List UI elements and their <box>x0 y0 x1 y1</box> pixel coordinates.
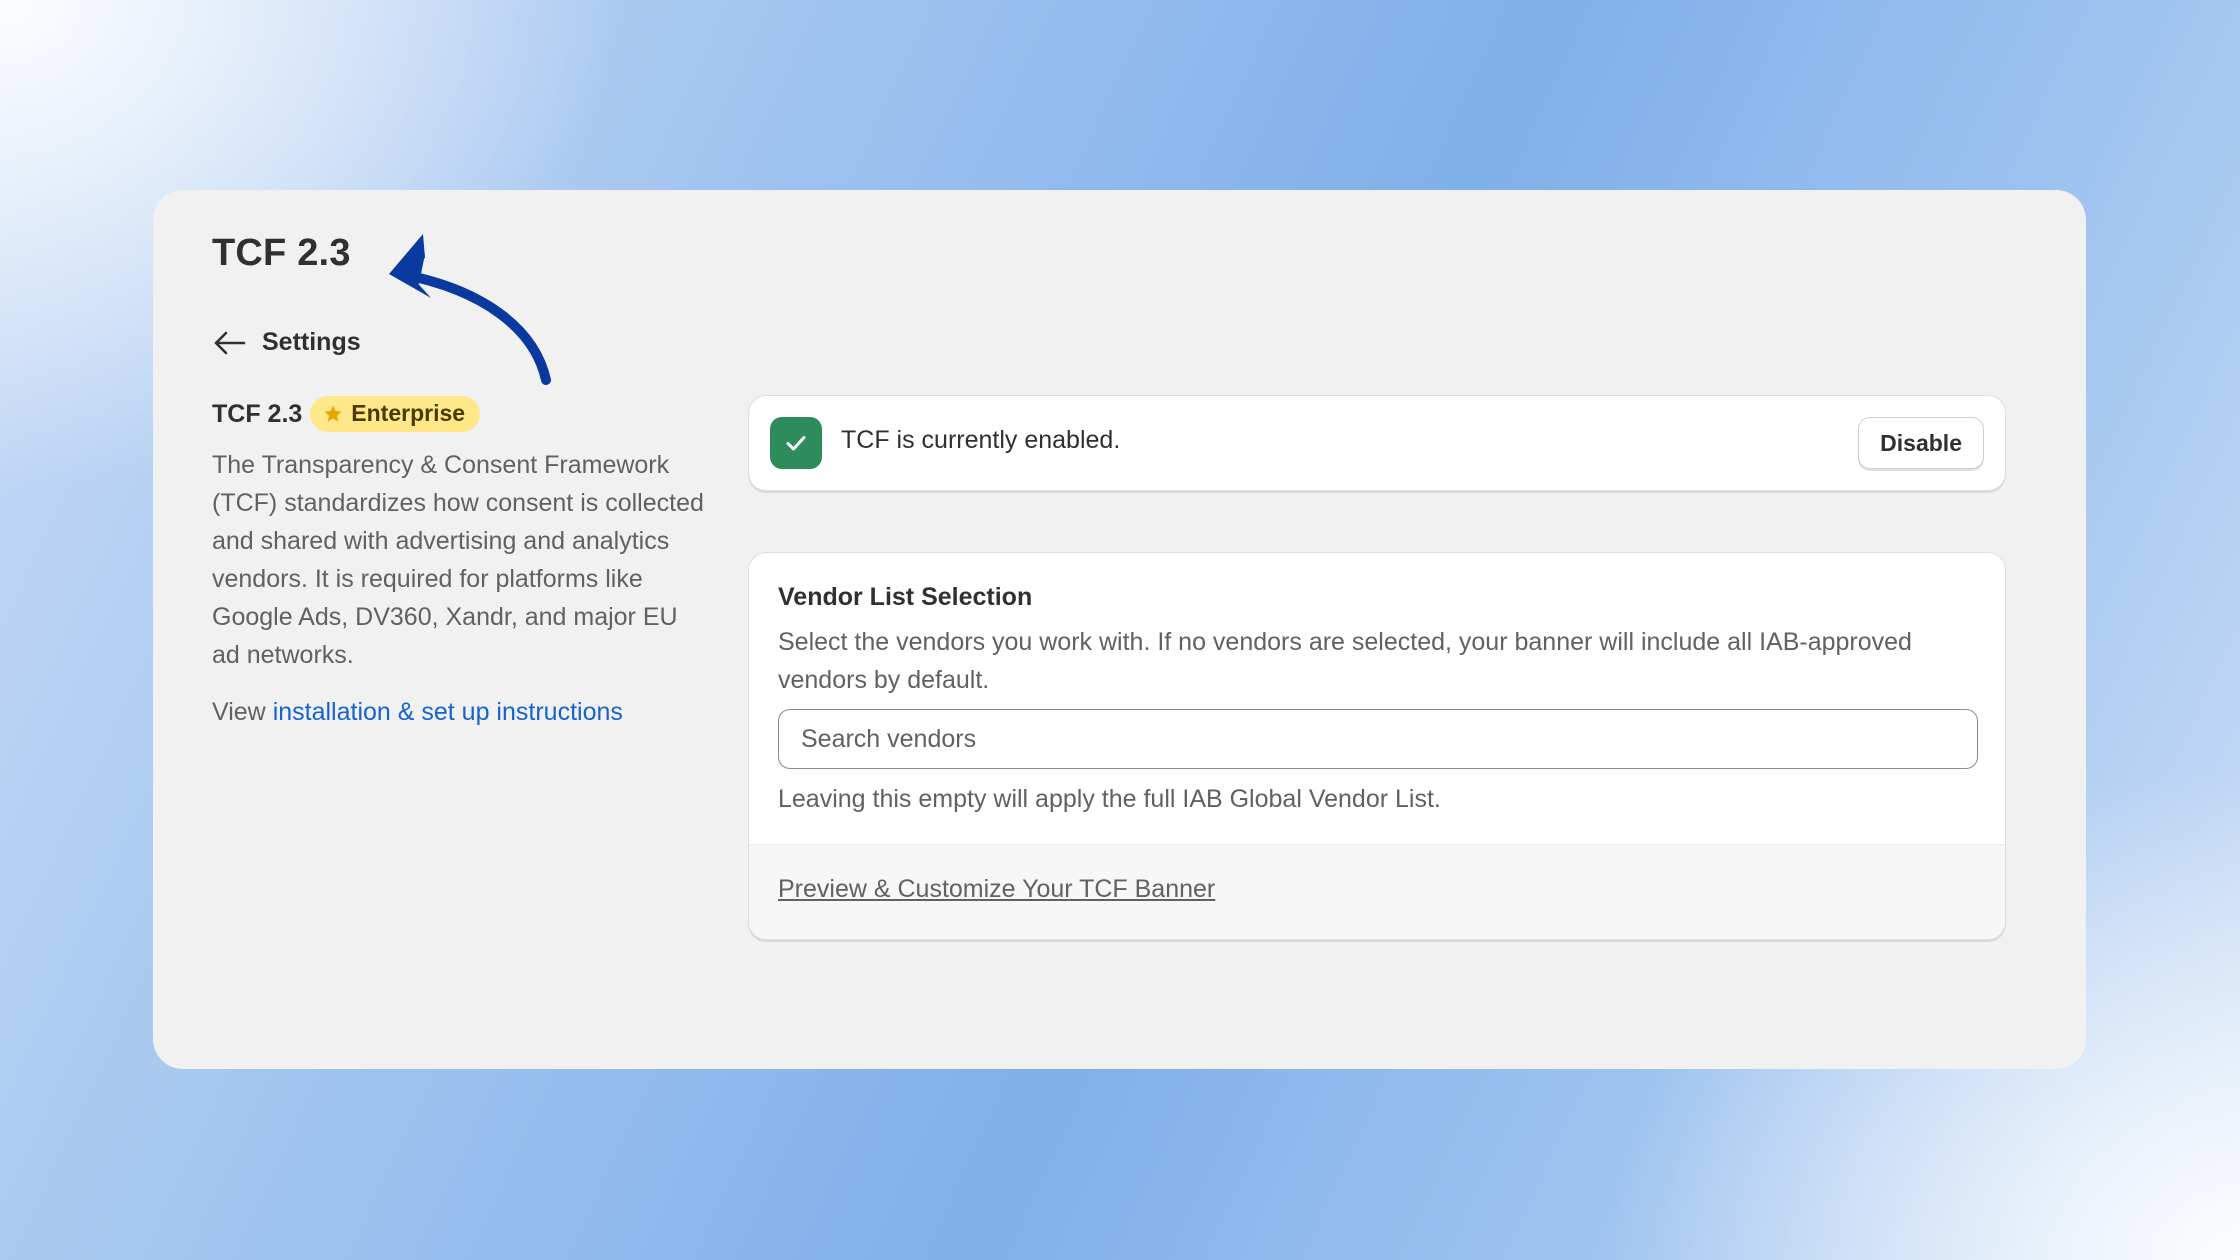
curved-arrow-icon <box>389 234 551 385</box>
section-header: TCF 2.3 Enterprise <box>212 396 712 432</box>
vendor-help-text: Leaving this empty will apply the full I… <box>778 785 1441 813</box>
status-text: TCF is currently enabled. <box>841 426 1121 454</box>
tcf-settings-panel: TCF 2.3 Settings TCF 2.3 Enterprise The … <box>153 190 2086 1069</box>
star-icon <box>324 405 342 422</box>
section-title: TCF 2.3 <box>212 399 303 428</box>
enterprise-badge: Enterprise <box>310 396 481 432</box>
vendor-section-title: Vendor List Selection <box>778 583 1033 611</box>
search-vendors-input[interactable] <box>778 709 1978 769</box>
page-title: TCF 2.3 <box>212 232 351 274</box>
vendor-list-card: Vendor List Selection Select the vendors… <box>748 552 2006 940</box>
preview-customize-link[interactable]: Preview & Customize Your TCF Banner <box>778 875 1215 904</box>
status-card: TCF is currently enabled. Disable <box>748 395 2006 491</box>
disable-button[interactable]: Disable <box>1858 417 1984 469</box>
vendor-card-body: Vendor List Selection Select the vendors… <box>749 553 2005 814</box>
instructions-line: View installation & set up instructions <box>212 698 712 727</box>
back-to-settings-link[interactable]: Settings <box>212 328 361 357</box>
badge-label: Enterprise <box>351 400 466 426</box>
status-indicator <box>770 417 822 469</box>
back-label: Settings <box>262 328 361 356</box>
arrow-left-icon <box>214 331 246 354</box>
checkmark-icon <box>786 436 806 451</box>
section-description: TCF 2.3 Enterprise The Transparency & Co… <box>212 396 712 727</box>
tcf-description: The Transparency & Consent Framework (TC… <box>212 451 704 669</box>
instructions-link[interactable]: installation & set up instructions <box>273 698 623 726</box>
vendor-card-footer: Preview & Customize Your TCF Banner <box>749 844 2005 939</box>
vendor-description: Select the vendors you work with. If no … <box>778 628 1912 694</box>
view-prefix: View <box>212 698 273 726</box>
